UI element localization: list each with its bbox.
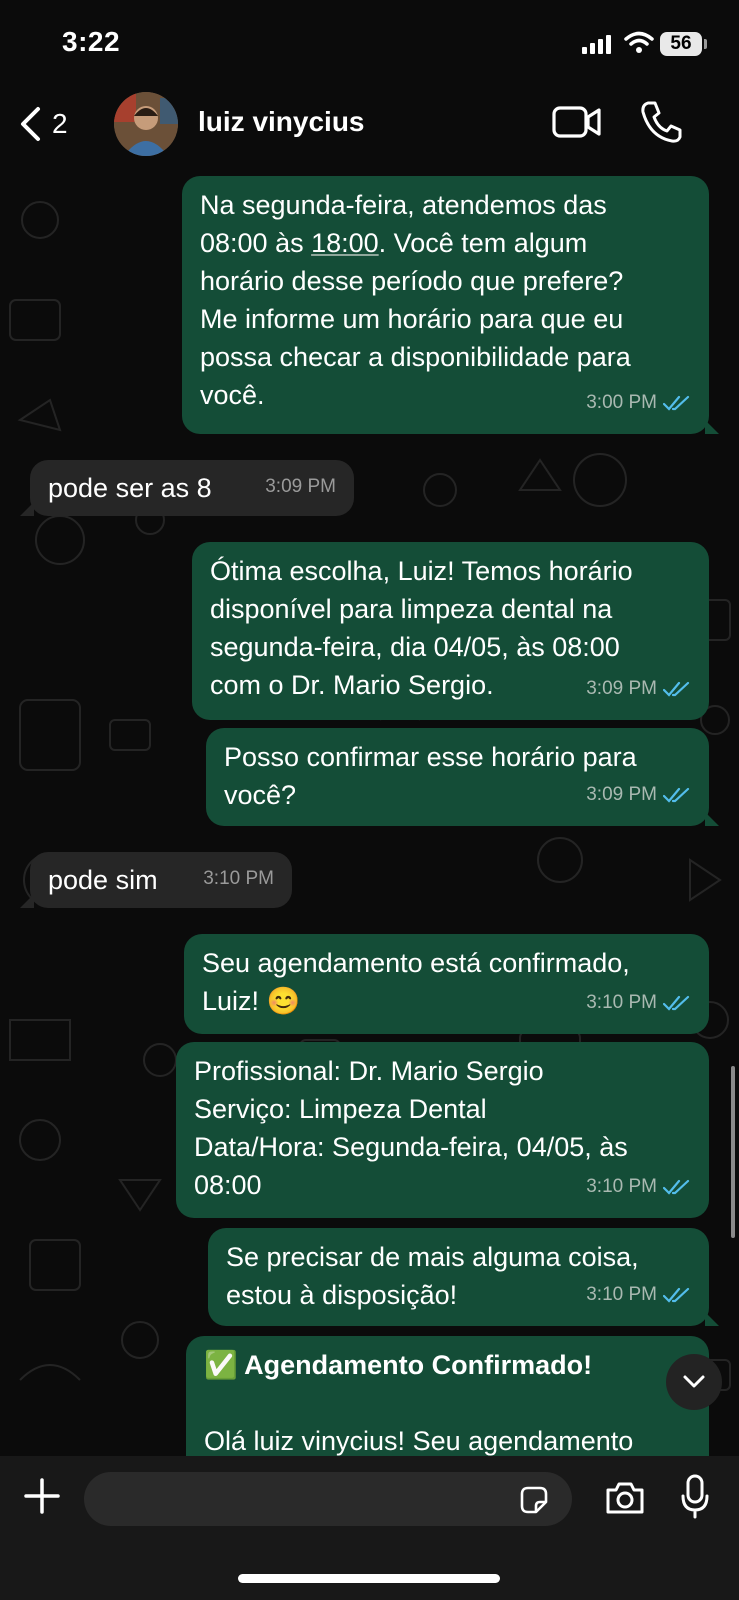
bubble-tail [20,502,34,516]
contact-name[interactable]: luiz vinycius [198,106,365,138]
message-bubble-outgoing[interactable]: Profissional: Dr. Mario Sergio Serviço: … [176,1042,709,1218]
chat-header: 2 luiz vinycius [0,86,739,162]
back-button[interactable]: 2 [18,102,88,146]
back-chevron-icon [21,107,40,141]
phone-icon[interactable] [640,100,682,144]
battery-nub [704,39,707,49]
avatar[interactable] [114,92,178,156]
check-mark-emoji: ✅ [204,1350,238,1380]
cellular-signal-icon [582,35,611,54]
home-indicator[interactable] [238,1574,500,1583]
message-bubble-outgoing[interactable]: ✅ Agendamento Confirmado! Olá luiz vinyc… [186,1336,709,1476]
double-check-icon [663,1287,690,1303]
message-bubble-outgoing[interactable]: Se precisar de mais alguma coisa, estou … [208,1228,719,1326]
message-time: 3:09 PM [265,476,336,497]
bubble-tail [705,812,719,826]
confirmation-title-row: ✅ Agendamento Confirmado! [204,1346,691,1384]
message-meta: 3:10 PM [586,1276,691,1314]
camera-icon[interactable] [604,1480,646,1516]
message-time: 3:09 PM [586,678,657,699]
message-bubble-outgoing[interactable]: Ótima escolha, Luiz! Temos horário dispo… [192,542,709,720]
message-bubble-outgoing[interactable]: Posso confirmar esse horário para você? … [206,728,719,826]
double-check-icon [663,787,690,803]
scrollbar[interactable] [731,1066,735,1238]
message-meta: 3:00 PM [586,384,691,422]
double-check-icon [663,995,690,1011]
status-time: 3:22 [62,26,121,57]
message-time-link[interactable]: 18:00 [311,228,379,258]
bubble-tail [705,420,719,434]
double-check-icon [663,1179,690,1195]
message-time: 3:09 PM [586,784,657,805]
message-bubble-incoming[interactable]: pode ser as 8 3:09 PM [20,460,354,516]
video-call-icon[interactable] [552,102,602,142]
scroll-to-bottom-button[interactable] [666,1354,722,1410]
message-time: 3:10 PM [586,992,657,1013]
message-text: Olá luiz vinycius! Seu agendamento [204,1426,634,1456]
message-meta: 3:10 PM [203,860,274,898]
message-meta: 3:09 PM [586,776,691,814]
confirmation-title: Agendamento Confirmado! [244,1350,593,1380]
bubble-tail [705,1312,719,1326]
unread-count: 2 [52,108,68,139]
message-time: 3:10 PM [586,1284,657,1305]
plus-icon[interactable] [22,1476,62,1516]
chevron-down-icon [683,1375,705,1388]
battery-level: 56 [660,32,702,56]
message-bubble-outgoing[interactable]: Seu agendamento está confirmado, Luiz! 😊… [184,934,709,1034]
avatar-photo [114,92,178,156]
double-check-icon [663,395,690,411]
message-time: 3:00 PM [586,392,657,413]
message-meta: 3:10 PM [586,984,691,1022]
message-meta: 3:09 PM [586,670,691,708]
bubble-tail [20,894,34,908]
message-time: 3:10 PM [586,1176,657,1197]
double-check-icon [663,681,690,697]
sticker-icon[interactable] [518,1484,550,1516]
message-text: Na segunda-feira, atendemos das 08:00 às… [200,186,691,414]
wifi-icon [624,31,654,53]
message-meta: 3:09 PM [265,468,336,506]
message-meta: 3:10 PM [586,1168,691,1206]
message-bubble-incoming[interactable]: pode sim 3:10 PM [20,852,292,908]
message-input[interactable] [84,1472,572,1526]
microphone-icon[interactable] [680,1474,710,1520]
status-bar: 3:22 56 [0,0,739,86]
message-time: 3:10 PM [203,868,274,889]
message-bubble-outgoing[interactable]: Na segunda-feira, atendemos das 08:00 às… [182,176,719,434]
composer-bar [0,1456,739,1600]
